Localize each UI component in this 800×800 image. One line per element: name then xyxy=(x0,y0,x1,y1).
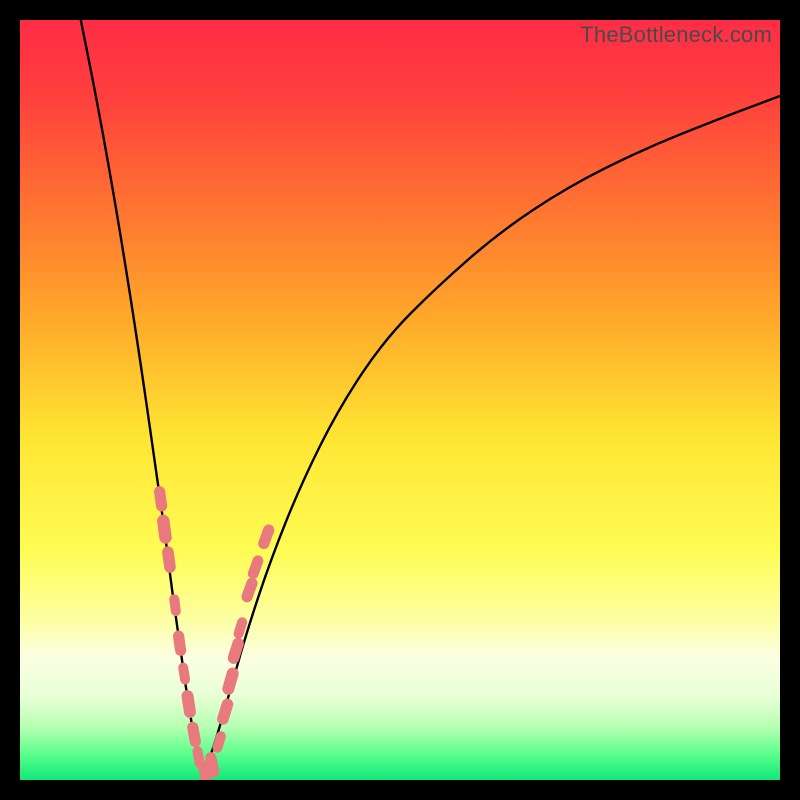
plot-frame: TheBottleneck.com xyxy=(20,20,780,780)
curve-layer xyxy=(20,20,780,780)
marker-pill xyxy=(156,514,172,545)
marker-pill xyxy=(186,721,202,748)
curve-right-branch xyxy=(202,96,780,780)
marker-pill xyxy=(161,546,176,574)
marker-pill xyxy=(257,523,276,551)
marker-group xyxy=(153,485,276,780)
marker-pill xyxy=(178,662,191,685)
marker-pill xyxy=(153,485,168,512)
marker-pill xyxy=(221,666,240,696)
marker-pill xyxy=(181,689,197,718)
marker-pill xyxy=(216,697,235,726)
marker-pill xyxy=(169,594,182,617)
marker-pill xyxy=(246,554,265,581)
marker-pill xyxy=(211,730,227,754)
watermark-label: TheBottleneck.com xyxy=(580,22,772,48)
marker-pill xyxy=(172,630,187,657)
